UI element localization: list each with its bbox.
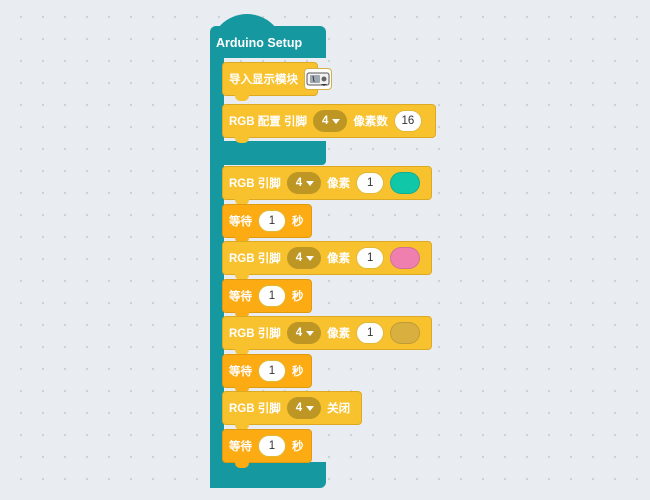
chevron-down-icon	[306, 330, 315, 336]
pin-dropdown[interactable]: 4	[286, 322, 322, 344]
rgb-set-pixel-block-3[interactable]: RGB 引脚 4 像素 1	[222, 316, 432, 355]
hat-footer	[210, 462, 326, 488]
seconds-unit-label: 秒	[292, 291, 304, 303]
pixel-index-input[interactable]: 1	[356, 322, 385, 344]
hat-title: Arduino Setup	[216, 36, 303, 50]
color-picker[interactable]	[390, 247, 421, 269]
wait-seconds-input[interactable]: 1	[258, 210, 286, 232]
svg-text:l: l	[312, 77, 316, 84]
pixel-label: 像素	[327, 178, 351, 190]
pixel-index-input[interactable]: 1	[356, 247, 385, 269]
seconds-unit-label: 秒	[292, 366, 304, 378]
rgb-set-pixel-block-1[interactable]: RGB 引脚 4 像素 1	[222, 166, 432, 205]
rgb-off-block[interactable]: RGB 引脚 4 关闭	[222, 391, 362, 430]
pin-value: 4	[295, 177, 303, 189]
rgb-config-block[interactable]: RGB 配置 引脚 4 像素数 16	[222, 104, 436, 143]
rgb-pin-label: RGB 引脚	[229, 403, 281, 415]
chevron-down-icon	[306, 255, 315, 261]
wait-block-3[interactable]: 等待 1 秒	[222, 354, 312, 393]
pin-dropdown[interactable]: 4	[312, 110, 348, 132]
rgb-pin-label: RGB 引脚	[229, 178, 281, 190]
pin-value: 4	[295, 252, 303, 264]
seconds-unit-label: 秒	[292, 441, 304, 453]
pixel-index-input[interactable]: 1	[356, 172, 385, 194]
import-display-label: 导入显示模块	[229, 74, 298, 86]
seconds-unit-label: 秒	[292, 216, 304, 228]
chevron-down-icon	[306, 405, 315, 411]
wait-label: 等待	[229, 291, 252, 303]
color-picker[interactable]	[390, 322, 421, 344]
pixel-label: 像素	[327, 328, 351, 340]
pin-value: 4	[295, 402, 303, 414]
rgb-pin-label: RGB 引脚	[229, 253, 281, 265]
import-display-block[interactable]: 导入显示模块 l	[222, 62, 332, 101]
pin-value: 4	[295, 327, 303, 339]
pixel-count-input[interactable]: 16	[393, 110, 422, 132]
pin-dropdown[interactable]: 4	[286, 397, 322, 419]
chevron-down-icon	[306, 180, 315, 186]
rgb-set-pixel-block-2[interactable]: RGB 引脚 4 像素 1	[222, 241, 432, 280]
pin-dropdown[interactable]: 4	[286, 172, 322, 194]
wait-seconds-input[interactable]: 1	[258, 360, 286, 382]
wait-label: 等待	[229, 366, 252, 378]
wait-label: 等待	[229, 216, 252, 228]
wait-seconds-input[interactable]: 1	[258, 435, 286, 457]
rgb-config-label: RGB 配置 引脚	[229, 116, 307, 128]
wait-seconds-input[interactable]: 1	[258, 285, 286, 307]
wait-block-1[interactable]: 等待 1 秒	[222, 204, 312, 243]
pixel-label: 像素	[327, 253, 351, 265]
block-workspace[interactable]: Arduino Setup 导入显示模块 l RGB 配置 引脚 4 像素数 1…	[0, 0, 650, 500]
display-module-icon: l	[304, 68, 332, 90]
hat-section-divider	[210, 141, 326, 165]
pixel-count-label: 像素数	[353, 116, 388, 128]
pin-dropdown[interactable]: 4	[286, 247, 322, 269]
chevron-down-icon	[332, 118, 341, 124]
rgb-pin-label: RGB 引脚	[229, 328, 281, 340]
off-action-label: 关闭	[327, 403, 351, 415]
color-picker[interactable]	[390, 172, 421, 194]
wait-block-4[interactable]: 等待 1 秒	[222, 429, 312, 468]
wait-label: 等待	[229, 441, 252, 453]
wait-block-2[interactable]: 等待 1 秒	[222, 279, 312, 318]
pin-value: 4	[321, 115, 329, 127]
